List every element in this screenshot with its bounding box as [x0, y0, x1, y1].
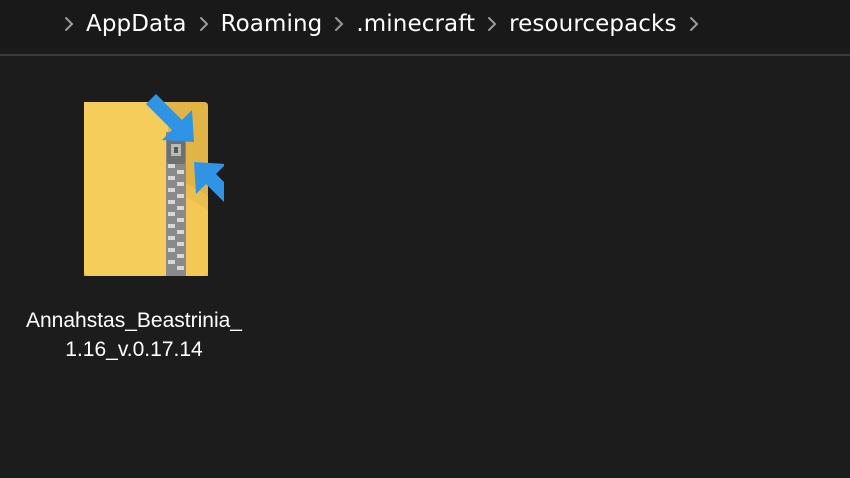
chevron-right-icon[interactable] — [686, 14, 702, 34]
breadcrumb-item-minecraft[interactable]: .minecraft — [356, 0, 475, 48]
breadcrumb-item-appdata[interactable]: AppData — [86, 0, 187, 48]
file-explorer-window: AppData Roaming .minecraft resourcepacks — [0, 0, 850, 478]
file-name-label: Annahstas_Beastrinia_1.16_v.0.17.14 — [26, 309, 242, 361]
chevron-right-icon[interactable] — [331, 14, 347, 34]
chevron-right-icon[interactable] — [484, 14, 500, 34]
file-list-pane[interactable]: Annahstas_Beastrinia_1.16_v.0.17.14 — [0, 56, 850, 478]
chevron-right-icon[interactable] — [196, 14, 212, 34]
breadcrumb: AppData Roaming .minecraft resourcepacks — [0, 0, 850, 48]
breadcrumb-item-roaming[interactable]: Roaming — [221, 0, 323, 48]
breadcrumb-item-resourcepacks[interactable]: resourcepacks — [509, 0, 676, 48]
chevron-right-icon[interactable] — [61, 14, 77, 34]
compressed-zip-folder-icon — [84, 94, 224, 276]
file-item[interactable]: Annahstas_Beastrinia_1.16_v.0.17.14 — [22, 92, 246, 364]
